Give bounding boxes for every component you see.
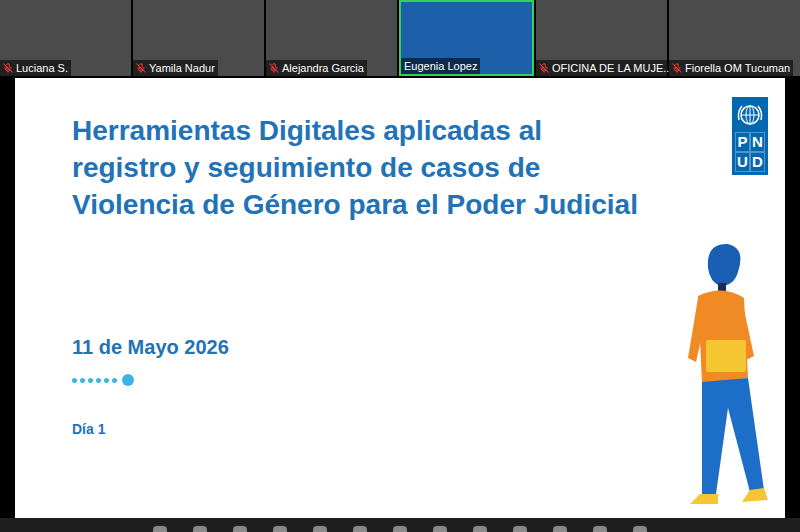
- participant-tile[interactable]: OFICINA DE LA MUJE...: [536, 0, 667, 76]
- toolbar: [0, 518, 800, 532]
- participant-tile[interactable]: Alejandra Garcia: [266, 0, 397, 76]
- participant-label: Fiorella OM Tucuman: [669, 60, 793, 76]
- toolbar-icon[interactable]: [433, 526, 447, 532]
- participant-name: OFICINA DE LA MUJE...: [552, 61, 672, 75]
- mic-off-icon: [269, 63, 279, 73]
- participant-label: Alejandra Garcia: [266, 60, 367, 76]
- mic-off-icon: [136, 63, 146, 73]
- toolbar-icon[interactable]: [153, 526, 167, 532]
- walking-person-illustration: [668, 238, 768, 510]
- toolbar-icon[interactable]: [473, 526, 487, 532]
- participant-label: Yamila Nadur: [133, 60, 218, 76]
- participant-name: Fiorella OM Tucuman: [685, 61, 790, 75]
- participant-name: Eugenia Lopez: [404, 59, 477, 73]
- slide-area: Herramientas Digitales aplicadas al regi…: [0, 76, 800, 518]
- toolbar-icon[interactable]: [233, 526, 247, 532]
- toolbar-icon[interactable]: [513, 526, 527, 532]
- progress-dot: [122, 374, 134, 386]
- participant-tile[interactable]: Fiorella OM Tucuman: [669, 0, 800, 76]
- toolbar-icon[interactable]: [193, 526, 207, 532]
- progress-dot: [96, 378, 101, 383]
- progress-dot: [112, 378, 117, 383]
- participant-tile[interactable]: Luciana S.: [0, 0, 131, 76]
- toolbar-icon[interactable]: [353, 526, 367, 532]
- progress-dot: [80, 378, 85, 383]
- logo-letter: N: [750, 132, 765, 152]
- logo-letter: D: [750, 152, 765, 172]
- progress-dot: [88, 378, 93, 383]
- participant-label: OFICINA DE LA MUJE...: [536, 60, 667, 76]
- toolbar-icon[interactable]: [273, 526, 287, 532]
- progress-dots: [72, 373, 642, 387]
- toolbar-icon[interactable]: [313, 526, 327, 532]
- participant-name: Yamila Nadur: [149, 61, 215, 75]
- undp-logo: PNUD: [732, 97, 768, 175]
- toolbar-icon[interactable]: [593, 526, 607, 532]
- progress-dot: [104, 378, 109, 383]
- participant-label: Luciana S.: [0, 60, 71, 76]
- toolbar-icon[interactable]: [393, 526, 407, 532]
- mic-off-icon: [672, 63, 682, 73]
- participant-strip: Luciana S. Yamila Nadur Alejandra Garcia Eu…: [0, 0, 800, 76]
- participant-tile[interactable]: Yamila Nadur: [133, 0, 264, 76]
- app: Luciana S. Yamila Nadur Alejandra Garcia Eu…: [0, 0, 800, 532]
- globe-icon: [735, 100, 765, 130]
- toolbar-icon[interactable]: [633, 526, 647, 532]
- slide-day: Día 1: [72, 419, 642, 439]
- toolbar-icon[interactable]: [553, 526, 567, 532]
- slide-title: Herramientas Digitales aplicadas al regi…: [72, 112, 642, 223]
- participant-tile[interactable]: Eugenia Lopez: [399, 0, 534, 76]
- slide-date: 11 de Mayo 2026: [72, 333, 642, 361]
- participant-name: Alejandra Garcia: [282, 61, 364, 75]
- mic-off-icon: [3, 63, 13, 73]
- slide: Herramientas Digitales aplicadas al regi…: [15, 78, 785, 518]
- logo-letter: P: [735, 132, 750, 152]
- progress-dot: [72, 378, 77, 383]
- participant-name: Luciana S.: [16, 61, 68, 75]
- mic-off-icon: [539, 63, 549, 73]
- logo-letter: U: [735, 152, 750, 172]
- participant-label: Eugenia Lopez: [401, 58, 480, 74]
